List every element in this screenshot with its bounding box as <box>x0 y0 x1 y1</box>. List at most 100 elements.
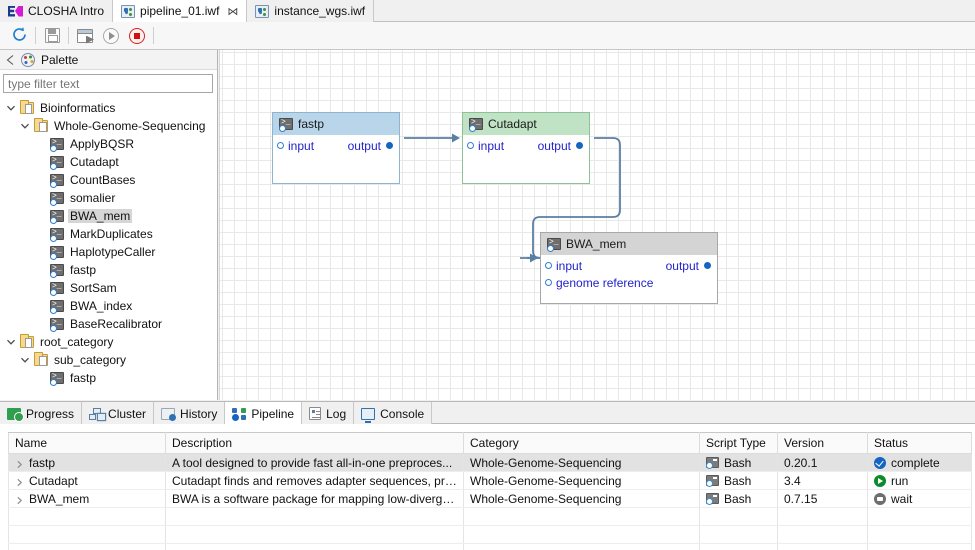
tab-log[interactable]: Log <box>302 402 355 425</box>
script-icon <box>50 263 64 278</box>
stop-button[interactable] <box>124 24 150 48</box>
save-button[interactable] <box>39 24 65 48</box>
chevron-down-icon[interactable] <box>20 355 30 365</box>
tab-label: CLOSHA Intro <box>28 4 105 18</box>
view-tab-label: History <box>180 406 218 421</box>
cell-status: complete <box>867 453 972 472</box>
port-row: input output <box>467 137 583 154</box>
tree-item-markduplicates[interactable]: MarkDuplicates <box>0 225 217 243</box>
port-row: genome reference <box>545 274 711 291</box>
port-input[interactable]: input <box>277 139 314 153</box>
column-header-category[interactable]: Category <box>463 432 700 454</box>
tab-instance-wgs-iwf[interactable]: instance_wgs.iwf <box>247 0 375 22</box>
column-header-script-type[interactable]: Script Type <box>699 432 778 454</box>
view-tab-label: Log <box>326 406 347 421</box>
tree-item-fastp[interactable]: fastp <box>0 261 217 279</box>
deploy-button[interactable] <box>72 24 98 48</box>
tree-item-label: BWA_mem <box>68 209 133 223</box>
row-name-label: BWA_mem <box>29 491 90 506</box>
view-tab-label: Cluster <box>108 406 147 421</box>
tab-closha-intro[interactable]: CLOSHA Intro <box>0 0 114 22</box>
tree-item-bwa-index[interactable]: BWA_index <box>0 297 217 315</box>
stop-icon <box>129 27 145 44</box>
port-output[interactable]: output <box>538 139 583 153</box>
port-dot-open-icon <box>545 279 552 286</box>
script-icon <box>50 299 64 314</box>
table-row[interactable]: fastp A tool designed to provide fast al… <box>8 453 972 472</box>
table-row-empty[interactable] <box>8 507 972 526</box>
tab-cluster[interactable]: Cluster <box>82 402 155 425</box>
tab-progress[interactable]: Progress <box>0 402 83 425</box>
tree-item-label: fastp <box>70 371 97 385</box>
tree-item-whole-genome-sequencing[interactable]: Whole-Genome-Sequencing <box>0 117 217 135</box>
column-header-version[interactable]: Version <box>777 432 868 454</box>
table-row-empty[interactable] <box>8 525 972 544</box>
node-title: BWA_mem <box>566 237 627 251</box>
tree-item-bioinformatics[interactable]: Bioinformatics <box>0 99 217 117</box>
collapse-left-icon[interactable] <box>6 54 15 65</box>
table-row[interactable]: Cutadapt Cutadapt finds and removes adap… <box>8 471 972 490</box>
tab-pipeline[interactable]: Pipeline <box>225 402 303 425</box>
cell-name: Cutadapt <box>8 471 166 490</box>
tab-label: instance_wgs.iwf <box>274 4 366 18</box>
tree-item-haplotypecaller[interactable]: HaplotypeCaller <box>0 243 217 261</box>
tab-pipeline-01-iwf[interactable]: pipeline_01.iwf ⋈ <box>113 0 248 22</box>
status-badge: complete <box>891 455 940 470</box>
tree-item-bwa-mem[interactable]: BWA_mem <box>0 207 217 225</box>
log-icon <box>309 407 322 420</box>
port-input[interactable]: input <box>467 139 504 153</box>
chevron-down-icon[interactable] <box>6 103 16 113</box>
node-title: Cutadapt <box>488 117 537 131</box>
node-bwa-mem[interactable]: BWA_mem input output genome r <box>540 232 718 304</box>
palette-tree: Bioinformatics Whole-Genome-Sequencing A… <box>0 96 217 400</box>
view-tab-label: Progress <box>26 406 75 421</box>
chevron-right-icon[interactable] <box>15 458 24 469</box>
tree-item-countbases[interactable]: CountBases <box>0 171 217 189</box>
tree-item-fastp-sub[interactable]: fastp <box>0 369 217 387</box>
close-icon[interactable]: ⋈ <box>227 5 238 18</box>
cell-version: 0.7.15 <box>777 489 868 508</box>
tree-item-sortsam[interactable]: SortSam <box>0 279 217 297</box>
node-ports: input output <box>463 135 589 154</box>
refresh-button[interactable] <box>6 24 32 48</box>
palette-title: Palette <box>41 52 79 67</box>
tree-item-applybqsr[interactable]: ApplyBQSR <box>0 135 217 153</box>
tab-history[interactable]: History <box>154 402 226 425</box>
port-input[interactable]: input <box>545 259 582 273</box>
tab-console[interactable]: Console <box>354 402 433 425</box>
cluster-icon <box>89 407 103 420</box>
node-cutadapt[interactable]: Cutadapt input output <box>462 112 590 184</box>
pipeline-canvas[interactable]: fastp input output Cutadapt <box>219 50 975 400</box>
table-row[interactable]: BWA_mem BWA is a software package for ma… <box>8 489 972 508</box>
run-button[interactable] <box>98 24 124 48</box>
tree-item-baserecalibrator[interactable]: BaseRecalibrator <box>0 315 217 333</box>
row-name-label: Cutadapt <box>29 473 78 488</box>
tree-item-somalier[interactable]: somalier <box>0 189 217 207</box>
chevron-down-icon[interactable] <box>20 121 30 131</box>
port-dot-open-icon <box>277 142 284 149</box>
tree-item-label: HaplotypeCaller <box>70 245 156 259</box>
tree-item-cutadapt[interactable]: Cutadapt <box>0 153 217 171</box>
node-fastp[interactable]: fastp input output <box>272 112 400 184</box>
cell-category: Whole-Genome-Sequencing <box>463 489 700 508</box>
cell-name: fastp <box>8 453 166 472</box>
chevron-down-icon[interactable] <box>6 337 16 347</box>
chevron-right-icon[interactable] <box>15 494 24 505</box>
iwf-file-icon <box>255 4 270 18</box>
column-header-name[interactable]: Name <box>8 432 166 454</box>
script-icon <box>50 191 64 206</box>
script-icon <box>50 173 64 188</box>
tree-item-root-category[interactable]: root_category <box>0 333 217 351</box>
column-header-status[interactable]: Status <box>867 432 972 454</box>
port-output[interactable]: output <box>666 259 711 273</box>
tree-item-sub-category[interactable]: sub_category <box>0 351 217 369</box>
port-label: output <box>665 258 699 273</box>
toolbar-separator <box>35 27 36 44</box>
column-header-description[interactable]: Description <box>165 432 464 454</box>
chevron-right-icon[interactable] <box>15 476 24 487</box>
port-genome-reference[interactable]: genome reference <box>545 276 653 290</box>
port-output[interactable]: output <box>348 139 393 153</box>
table-row-empty[interactable] <box>8 543 972 550</box>
port-label: output <box>347 138 381 153</box>
filter-input[interactable] <box>3 74 213 93</box>
